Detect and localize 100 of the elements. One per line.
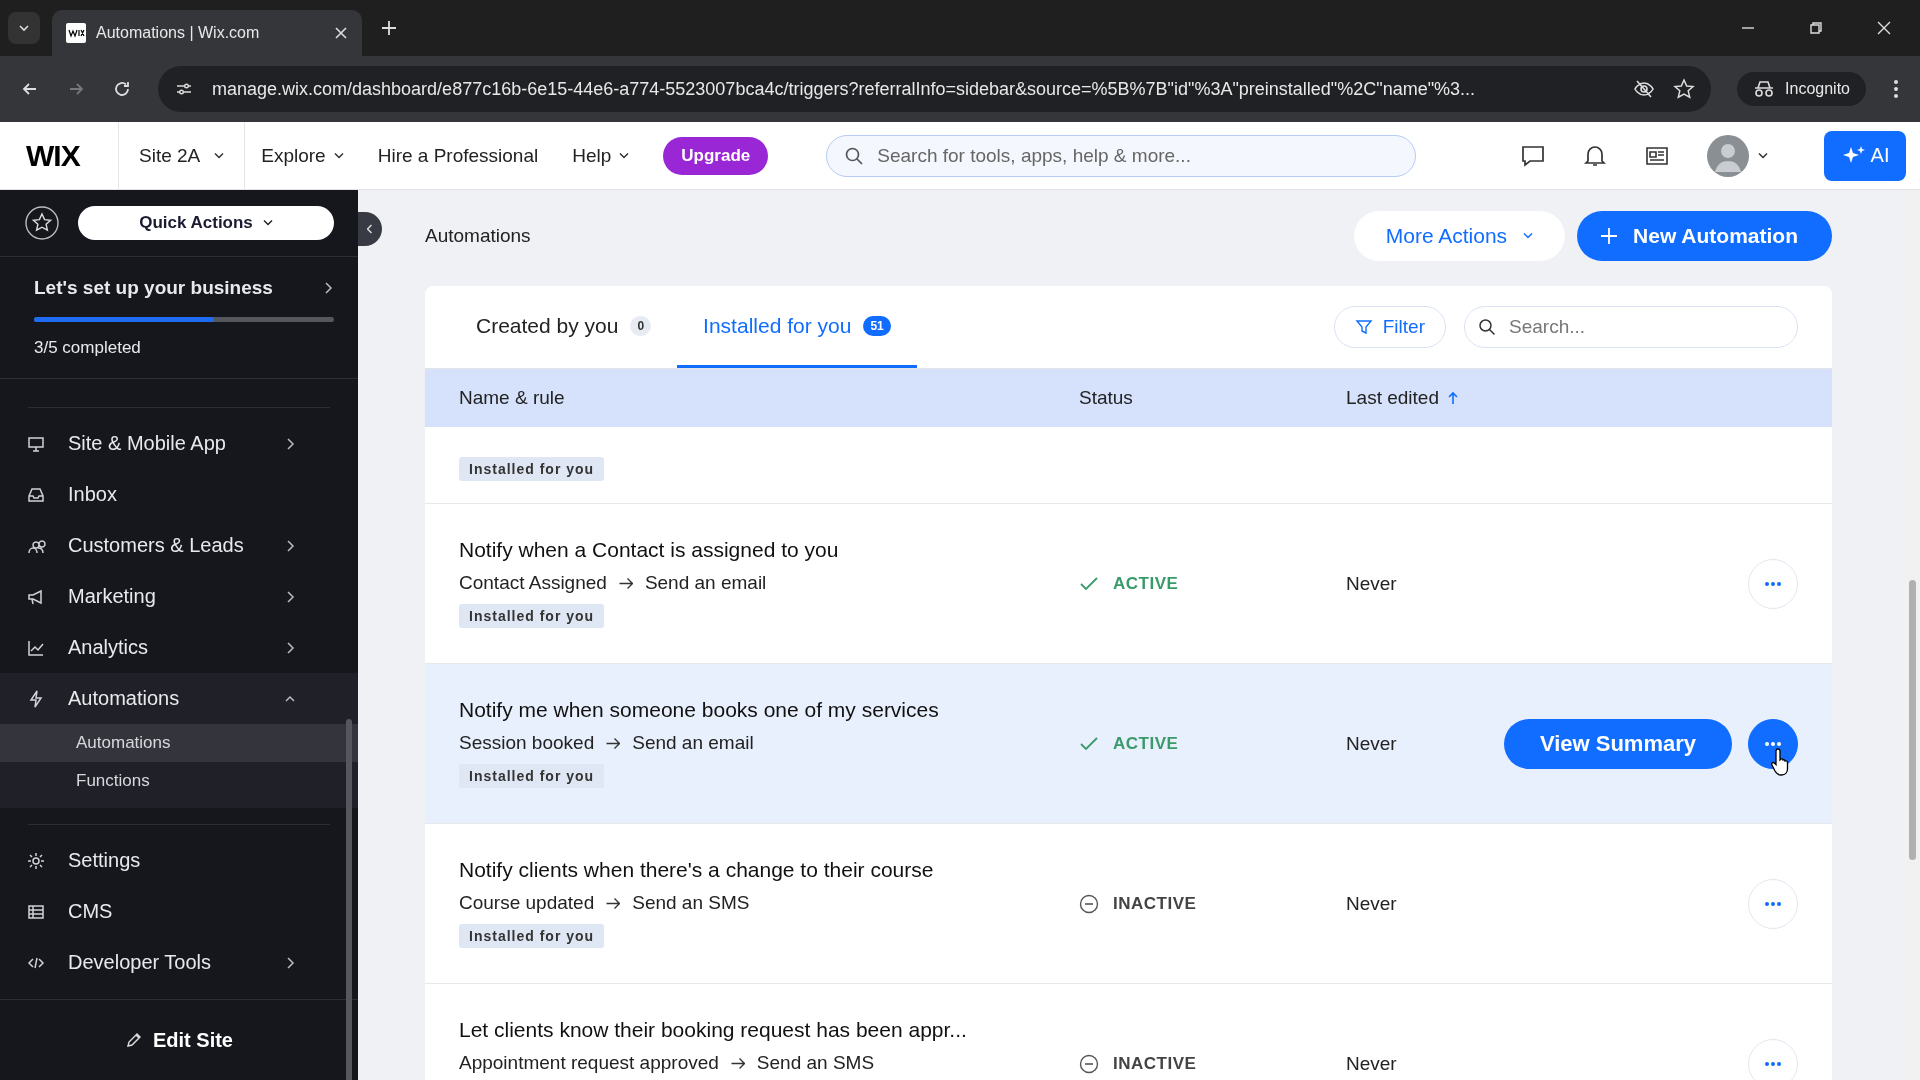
arrow-right-icon xyxy=(618,577,633,589)
trigger-text: Contact Assigned xyxy=(459,572,607,594)
status-text: ACTIVE xyxy=(1113,573,1179,594)
action-text: Send an SMS xyxy=(756,1052,875,1074)
logo[interactable]: WIX xyxy=(26,138,118,173)
pencil-icon xyxy=(125,1031,143,1049)
sidebar-item[interactable]: Marketing xyxy=(26,571,330,622)
dots-icon xyxy=(1764,580,1782,587)
tab-title: Automations | Wix.com xyxy=(96,24,261,42)
arrow-right-icon xyxy=(606,897,621,909)
view-summary-button[interactable]: View Summary xyxy=(1503,718,1732,769)
trigger-text: Appointment request approved xyxy=(459,1052,719,1074)
tag: Installed for you xyxy=(459,604,605,628)
chevron-down-icon xyxy=(619,152,630,159)
new-tab-icon[interactable] xyxy=(380,19,398,37)
sidebar-subitem[interactable]: Automations xyxy=(0,724,358,762)
setup-title[interactable]: Let's set up your business xyxy=(34,277,273,299)
search-field[interactable]: Search for tools, apps, help & more... xyxy=(826,134,1417,177)
sidebar-item[interactable]: CMS xyxy=(26,886,330,937)
star-icon[interactable] xyxy=(1673,78,1696,100)
sidebar-item[interactable]: Settings xyxy=(26,835,330,886)
sidebar-item[interactable]: Inbox xyxy=(26,469,330,520)
filter-button[interactable]: Filter xyxy=(1333,306,1446,348)
progress-text: 3/5 completed xyxy=(34,338,142,358)
chevron-icon xyxy=(284,589,296,604)
sidebar-item[interactable]: Site & Mobile App xyxy=(26,418,330,469)
trigger-text: Session booked xyxy=(459,732,595,754)
automation-name[interactable]: Let clients know their booking request has been appr... xyxy=(459,1018,967,1042)
dots-icon xyxy=(1764,740,1782,747)
sidebar-item-icon xyxy=(26,850,46,871)
site-selector[interactable]: Site 2A xyxy=(118,121,246,190)
action-text: Send an email xyxy=(644,572,767,594)
chevron-icon xyxy=(284,955,296,970)
edit-site-button[interactable]: Edit Site xyxy=(119,1027,239,1053)
tab[interactable]: Created by you 0 xyxy=(450,286,678,368)
status-text: ACTIVE xyxy=(1113,733,1179,754)
dots-icon xyxy=(1764,1060,1782,1067)
highlighted-row[interactable]: Notify me when someone books one of my services Session booked Send an email Installed for you ACTIVE Never View Summary xyxy=(425,664,1832,824)
tab-list-icon[interactable] xyxy=(8,12,40,44)
nav-menu[interactable]: Help xyxy=(572,144,630,167)
eye-off-icon[interactable] xyxy=(1633,78,1656,100)
sidebar-item[interactable]: Automations xyxy=(0,673,358,724)
sidebar-item[interactable]: Analytics xyxy=(26,622,330,673)
upgrade-button[interactable]: Upgrade xyxy=(663,136,769,175)
nav-menu[interactable]: Hire a Professional xyxy=(377,144,539,167)
column-header[interactable]: Name & rule xyxy=(459,387,565,409)
chevron-icon xyxy=(284,640,296,655)
action-text: Send an email xyxy=(632,732,754,754)
automation-name[interactable]: Notify me when someone books one of my services xyxy=(459,698,939,722)
incognito-badge[interactable]: Incognito xyxy=(1737,72,1866,106)
chevron-down-icon xyxy=(333,152,344,159)
sidebar-subitem[interactable]: Functions xyxy=(0,762,358,800)
scrollbar[interactable] xyxy=(346,719,352,1080)
action-text: Send an SMS xyxy=(632,892,750,914)
sort-arrow-icon[interactable] xyxy=(1446,390,1459,406)
close-icon[interactable] xyxy=(334,26,348,40)
ai-button[interactable]: AI xyxy=(1824,130,1906,181)
chevron-icon xyxy=(284,538,296,553)
collapse-sidebar-button[interactable] xyxy=(358,212,382,246)
chevron-left-icon xyxy=(367,224,373,234)
chevron-down-icon xyxy=(262,220,273,226)
more-icon[interactable] xyxy=(1892,78,1900,100)
automation-name[interactable]: Notify clients when there's a change to their course xyxy=(459,858,934,882)
browser-tab[interactable]: Automations | Wix.com xyxy=(52,10,362,56)
sidebar-item[interactable]: Customers & Leads xyxy=(26,520,330,571)
search-icon xyxy=(844,145,865,166)
reload-icon[interactable] xyxy=(112,79,132,99)
close-window-icon[interactable] xyxy=(1876,20,1892,36)
trigger-text: Course updated xyxy=(459,892,595,914)
chevron-icon xyxy=(284,436,296,451)
chevron-down-icon xyxy=(214,152,225,159)
last-edited-text: Never xyxy=(1346,1052,1397,1074)
column-header[interactable]: Last edited xyxy=(1346,387,1439,409)
more-actions-button[interactable]: More Actions xyxy=(1353,211,1566,261)
chevron-down-icon xyxy=(1523,233,1534,239)
search-field[interactable]: Search... xyxy=(1464,306,1798,348)
tag: Installed for you xyxy=(459,764,605,788)
column-header[interactable]: Status xyxy=(1079,387,1133,409)
quick-actions-button[interactable]: Quick Actions xyxy=(78,206,334,240)
sidebar-item[interactable]: Developer Tools xyxy=(26,937,330,988)
filter-icon xyxy=(1354,318,1373,336)
restore-icon[interactable] xyxy=(1808,20,1824,36)
avatar[interactable] xyxy=(1706,133,1750,178)
chevron-right-icon[interactable] xyxy=(322,281,334,295)
arrow-right-icon xyxy=(730,1057,745,1069)
status-text: INACTIVE xyxy=(1113,1053,1197,1074)
tag: Installed for you xyxy=(459,924,605,948)
tag: Installed for you xyxy=(459,457,605,481)
last-edited-text: Never xyxy=(1346,572,1397,594)
plus-icon xyxy=(1599,226,1620,246)
last-edited-text: Never xyxy=(1346,892,1397,914)
arrow-right-icon xyxy=(606,737,621,749)
status-text: INACTIVE xyxy=(1113,893,1197,914)
automation-name[interactable]: Notify when a Contact is assigned to you xyxy=(459,538,839,562)
nav-menu[interactable]: Explore xyxy=(261,144,344,167)
scrollbar[interactable] xyxy=(1905,190,1920,1080)
address-field[interactable]: manage.wix.com/dashboard/e877c16b-6e15-44e6-a774-5523007bca4c/triggers?referralInfo=sidebar&source=%5B%7B"id"%3A"preinstalled"%2C"name"%3... xyxy=(158,66,1712,112)
search-icon xyxy=(1478,318,1496,336)
new-automation-button[interactable]: New Automation xyxy=(1577,211,1832,261)
chevron-down-icon[interactable] xyxy=(1758,152,1768,159)
